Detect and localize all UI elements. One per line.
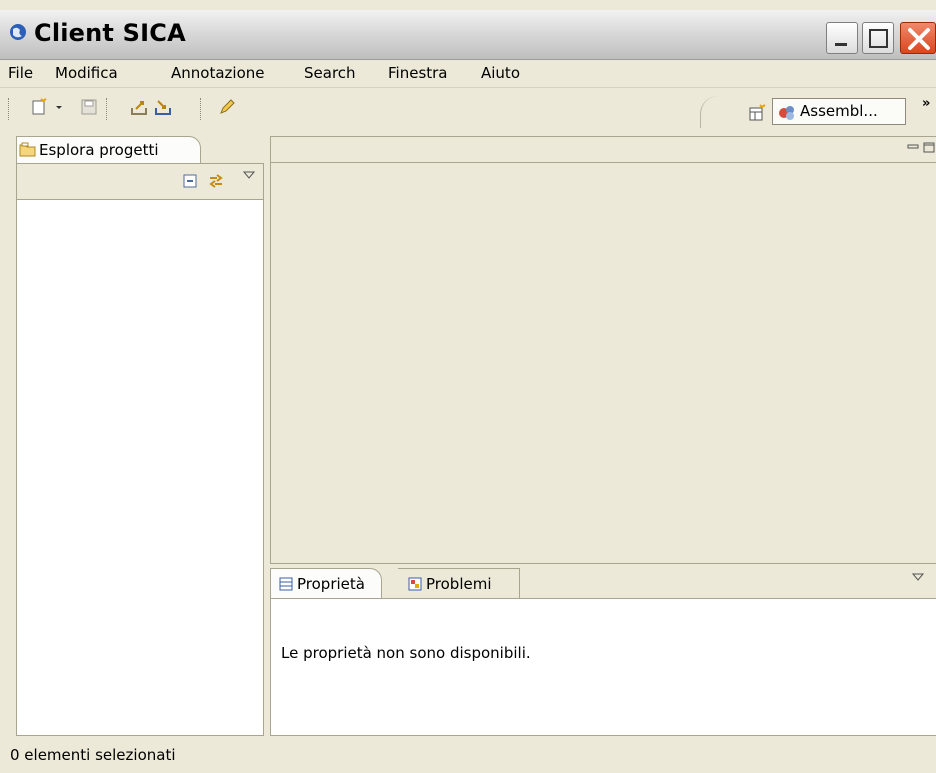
view-toolbar: [16, 163, 264, 199]
menu-finestra[interactable]: Finestra: [388, 64, 448, 82]
link-with-editor-icon[interactable]: [207, 172, 225, 190]
collapse-all-icon[interactable]: [183, 174, 197, 188]
close-button[interactable]: [900, 22, 936, 54]
tab-label: Problemi: [426, 575, 492, 593]
pencil-icon[interactable]: [218, 98, 236, 116]
tab-label: Esplora progetti: [39, 141, 159, 159]
maximize-view-icon[interactable]: [923, 141, 935, 153]
title-bar: Client SICA: [0, 10, 936, 60]
view-menu-icon[interactable]: [243, 170, 255, 180]
menu-bar: File Modifica Annotazione Search Finestr…: [0, 62, 936, 88]
minimize-view-icon[interactable]: [907, 141, 919, 153]
project-explorer-view: Esplora progetti: [16, 136, 264, 736]
folder-icon: [19, 142, 36, 157]
import-icon[interactable]: [154, 98, 172, 116]
tab-problemi[interactable]: Problemi: [398, 568, 520, 598]
menu-annotazione[interactable]: Annotazione: [171, 64, 264, 82]
globe-icon: [10, 24, 26, 40]
view-menu-icon[interactable]: [912, 572, 924, 582]
dropdown-arrow-icon[interactable]: [54, 98, 64, 116]
editor-tab-strip: [271, 137, 936, 163]
tab-esplora-progetti[interactable]: Esplora progetti: [16, 136, 201, 163]
export-icon[interactable]: [130, 98, 148, 116]
status-text: 0 elementi selezionati: [10, 746, 176, 764]
toolbar-separator: [200, 98, 202, 120]
assembly-icon: [779, 106, 794, 120]
toolbar-overflow-chevron[interactable]: »: [922, 96, 930, 111]
properties-content: Le proprietà non sono disponibili.: [270, 598, 936, 736]
tab-label: Proprietà: [297, 575, 365, 593]
toolbar-separator: [106, 98, 108, 120]
toolbar: Assembl... »: [0, 90, 936, 134]
properties-message: Le proprietà non sono disponibili.: [281, 644, 531, 662]
problems-icon: [408, 577, 422, 591]
tab-proprieta[interactable]: Proprietà: [270, 568, 382, 598]
save-icon[interactable]: [80, 98, 98, 116]
bottom-view: Proprietà Problemi Le proprietà non sono…: [270, 568, 936, 736]
new-icon[interactable]: [30, 98, 48, 116]
status-bar: 0 elementi selezionati: [0, 738, 936, 773]
toolbar-grip: [8, 98, 10, 120]
perspective-label: Assembl...: [800, 102, 878, 120]
assembly-perspective-button[interactable]: Assembl...: [772, 98, 906, 125]
window-title: Client SICA: [34, 19, 186, 47]
project-tree[interactable]: [16, 199, 264, 736]
menu-file[interactable]: File: [8, 64, 33, 82]
menu-modifica[interactable]: Modifica: [55, 64, 118, 82]
properties-icon: [279, 577, 293, 591]
editor-area: [270, 136, 936, 564]
menu-search[interactable]: Search: [304, 64, 356, 82]
menu-aiuto[interactable]: Aiuto: [481, 64, 520, 82]
minimize-button[interactable]: [826, 22, 858, 54]
maximize-button[interactable]: [862, 22, 894, 54]
open-perspective-icon[interactable]: [748, 104, 766, 122]
